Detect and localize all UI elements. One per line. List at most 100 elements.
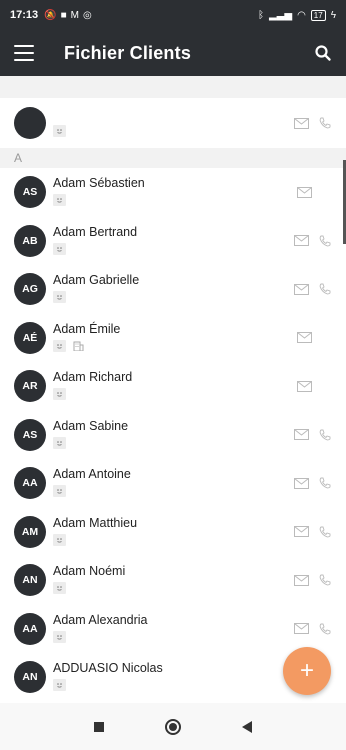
row-actions [294,477,332,489]
home-button[interactable] [164,718,182,736]
charging-icon: ϟ [330,9,336,21]
contact-name: Adam Émile [53,321,121,336]
app-bar: Fichier Clients [0,30,346,76]
mail-icon[interactable] [294,429,309,441]
row-actions [294,526,332,538]
list-item[interactable]: AS Adam Sabine [0,410,346,459]
row-actions [294,117,332,129]
mute-icon: 🔕 [44,9,57,21]
list-item[interactable]: AÉ Adam Émile [0,313,346,362]
contact-name: ADDUASIO Nicolas [53,661,163,675]
contact-name: Adam Sébastien [53,176,145,190]
bluetooth-icon: ᛒ [257,9,264,21]
row-actions [294,283,332,295]
contact-name: Adam Alexandria [53,612,148,627]
mail-icon[interactable] [294,574,309,586]
badge-group [53,291,139,303]
badge-group [53,679,163,691]
person-badge-icon [53,679,66,691]
person-badge-icon [53,388,66,400]
mail-notification-icon: M [70,9,79,21]
badge-group [53,630,148,643]
instagram-icon: ◎ [82,9,92,21]
row-actions [294,429,332,441]
contact-name: Adam Sabine [53,418,129,433]
avatar: AR [14,370,46,403]
plus-icon: + [299,657,314,684]
avatar: AM [14,515,46,548]
system-nav-bar [0,703,346,750]
page-title: Fichier Clients [64,42,192,63]
mail-icon[interactable] [294,477,309,489]
mail-icon[interactable] [297,332,312,344]
mail-icon[interactable] [294,117,309,129]
row-actions [294,235,332,247]
badge-group [53,533,137,546]
badge-group [53,194,145,206]
person-badge-icon [53,485,66,497]
badge-group [53,125,66,137]
status-system-icons: ᛒ ▂▃▅ ◠ 17 ϟ [257,9,336,21]
menu-icon[interactable] [14,45,34,61]
phone-icon[interactable] [317,283,332,295]
signal-icon: ▂▃▅ [268,9,293,21]
person-badge-icon [53,436,66,449]
building-icon [72,340,85,352]
contact-name: Adam Matthieu [53,515,138,530]
badge-group [53,436,128,449]
phone-icon[interactable] [317,429,332,441]
avatar: AN [14,564,46,597]
phone-icon[interactable] [317,574,332,586]
row-actions [297,186,332,198]
phone-icon[interactable] [317,526,332,538]
badge-group [53,339,120,352]
contact-name: Adam Richard [53,370,133,384]
person-badge-icon [53,582,66,594]
list-item[interactable]: AA Adam Alexandria [0,604,346,653]
avatar: AA [14,612,46,645]
list-item[interactable]: AB Adam Bertrand [0,216,346,265]
mail-icon[interactable] [297,380,312,392]
phone-icon[interactable] [317,623,332,635]
video-icon: ■ [60,9,67,21]
phone-icon[interactable] [317,117,332,129]
recents-button[interactable] [90,718,108,736]
avatar: AB [14,224,46,257]
contact-name: Adam Bertrand [53,224,138,239]
wifi-icon: ◠ [297,9,306,21]
badge-group [53,388,132,400]
list-item[interactable]: AA Adam Antoine [0,459,346,508]
row-actions [294,623,332,635]
list-item[interactable] [0,98,346,148]
list-item[interactable]: AS Adam Sébastien [0,168,346,217]
battery-icon: 17 [310,9,326,21]
phone-icon[interactable] [317,235,332,247]
row-actions [294,574,332,586]
add-client-button[interactable]: + [283,647,331,695]
mail-icon[interactable] [294,526,309,538]
avatar: AN [14,661,46,694]
mail-icon[interactable] [297,186,312,198]
mail-icon[interactable] [294,283,309,295]
list-item[interactable]: AG Adam Gabrielle [0,265,346,314]
back-button[interactable] [238,718,256,736]
mail-icon[interactable] [294,623,309,635]
list-item[interactable]: AM Adam Matthieu [0,507,346,556]
person-badge-icon [53,125,66,137]
list-item[interactable]: AR Adam Richard [0,362,346,411]
contact-list[interactable]: A AS Adam Sébastien AB Adam Bertrand AG Adam … [0,76,346,703]
search-icon[interactable] [314,44,332,62]
person-badge-icon [53,533,66,546]
badge-group [53,485,131,497]
person-badge-icon [53,339,66,352]
person-badge-icon [53,242,66,255]
person-badge-icon [53,630,66,643]
phone-icon[interactable] [317,477,332,489]
contact-name: Adam Antoine [53,467,131,481]
avatar: AS [14,176,46,209]
mail-icon[interactable] [294,235,309,247]
list-item[interactable]: AN Adam Noémi [0,556,346,605]
section-header-a: A [0,148,346,168]
status-time: 17:13 [10,9,39,21]
status-notification-icons: 🔕 ■ M ◎ [44,10,92,21]
